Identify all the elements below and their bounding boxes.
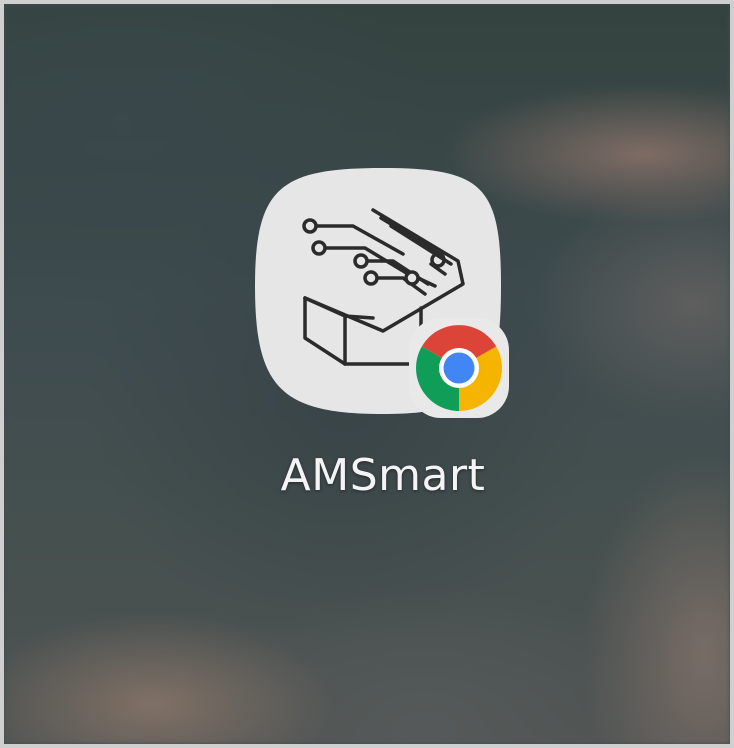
- app-label[interactable]: AMSmart: [204, 448, 562, 504]
- home-screen: AMSmart: [4, 4, 730, 744]
- app-icon-amsmart[interactable]: [253, 166, 523, 436]
- chrome-icon: [409, 318, 509, 418]
